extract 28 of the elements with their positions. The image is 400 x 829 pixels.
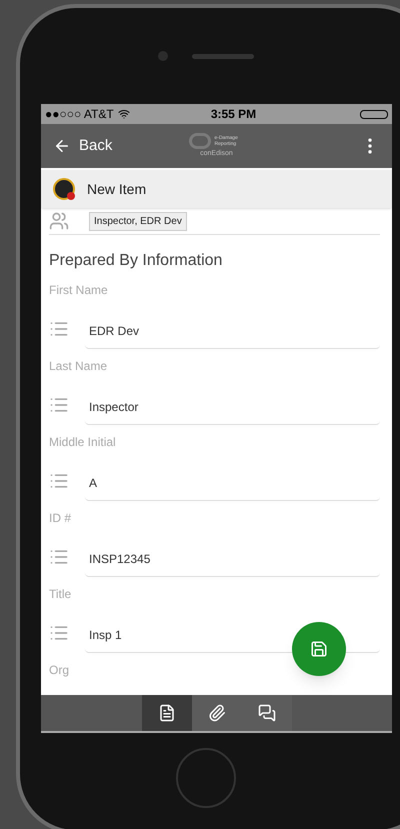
save-icon — [310, 640, 328, 658]
field-label: Title — [49, 586, 72, 603]
assignee-chip: Inspector, EDR Dev — [89, 212, 187, 230]
text-field[interactable]: INSP12345 — [85, 541, 380, 577]
section-title: Prepared By Information — [49, 251, 224, 271]
field-label: Last Name — [49, 358, 108, 375]
bottom-tab[interactable] — [142, 695, 192, 731]
carrier-text: ●●○○○ AT&T — [45, 106, 114, 123]
page-title: New Item — [87, 180, 146, 198]
field-label: Org — [49, 662, 70, 679]
field-label: ID # — [49, 510, 72, 527]
back-button[interactable]: Back — [53, 134, 173, 158]
bottom-tab[interactable] — [242, 695, 292, 731]
bottom-tab[interactable] — [192, 695, 242, 731]
text-field[interactable]: EDR Dev — [85, 313, 380, 349]
clock-text: 3:55 PM — [210, 106, 258, 123]
paperclip-icon — [208, 704, 226, 722]
text-field[interactable]: Inspector — [85, 389, 380, 425]
field-label: First Name — [49, 282, 109, 299]
chat-icon — [258, 704, 276, 722]
field-label: Middle Initial — [49, 434, 117, 451]
battery-icon — [360, 110, 388, 118]
people-icon — [49, 211, 69, 231]
speaker-icon — [192, 54, 254, 58]
document-icon — [158, 704, 176, 722]
text-field[interactable]: A — [85, 465, 380, 501]
camera-icon — [158, 51, 168, 61]
logo-icon — [188, 132, 210, 149]
